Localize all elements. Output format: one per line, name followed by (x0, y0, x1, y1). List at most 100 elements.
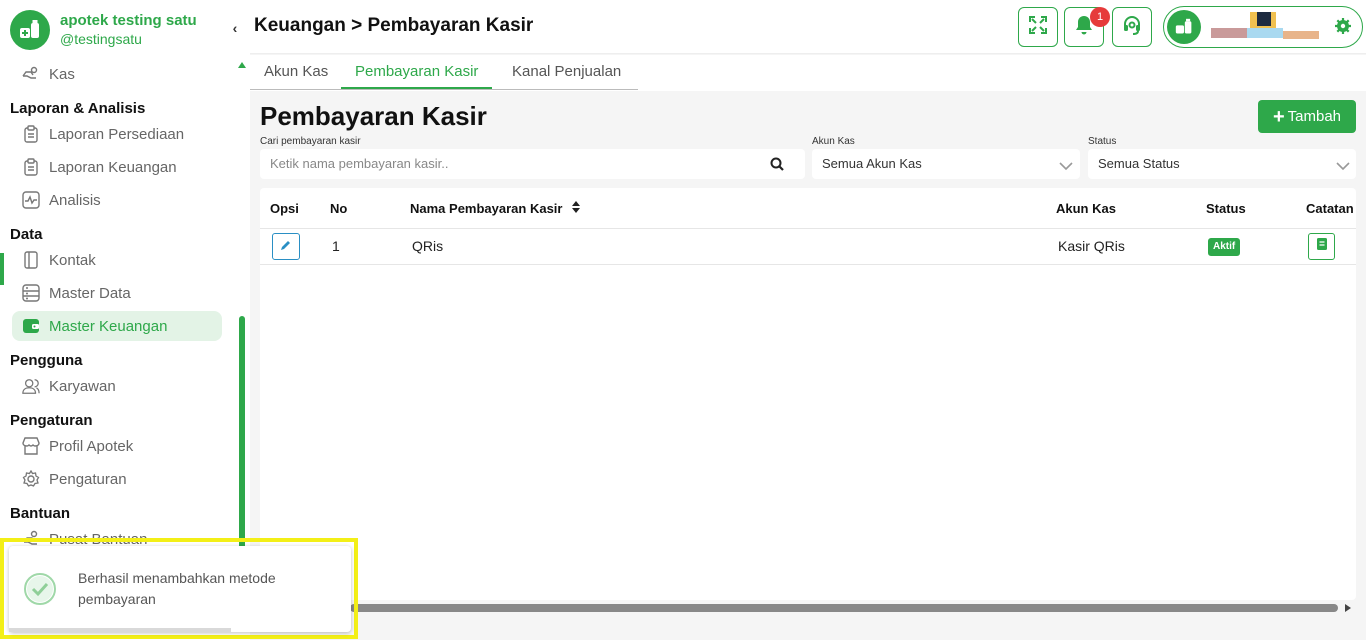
cash-hand-icon (22, 65, 40, 83)
cell-no: 1 (332, 238, 340, 254)
sidebar-item-laporan-keuangan[interactable]: Laporan Keuangan (12, 152, 222, 182)
sidebar-scroll-up-icon[interactable] (238, 62, 246, 68)
add-button-label: Tambah (1287, 108, 1342, 125)
sidebar-item-profil-apotek[interactable]: Profil Apotek (12, 431, 222, 461)
section-bantuan: Bantuan (10, 505, 70, 522)
section-pengaturan: Pengaturan (10, 412, 93, 429)
sidebar-item-kontak[interactable]: Kontak (12, 245, 222, 275)
sidebar-item-label: Laporan Keuangan (49, 158, 177, 176)
sidebar-item-label: Kontak (49, 251, 96, 269)
edit-button[interactable] (272, 233, 300, 260)
user-profile-menu[interactable] (1163, 6, 1363, 48)
akun-kas-label: Akun Kas (812, 136, 855, 147)
redacted-username (1247, 28, 1283, 38)
sidebar-item-label: Laporan Persediaan (49, 125, 185, 143)
notebook-icon (1316, 237, 1328, 256)
brand[interactable]: apotek testing satu @testingsatu (10, 10, 197, 50)
section-pengguna: Pengguna (10, 352, 83, 369)
scroll-right-icon[interactable] (1345, 604, 1351, 612)
chart-pulse-icon (22, 191, 40, 209)
cell-nama: QRis (412, 238, 444, 254)
gear-icon[interactable] (1334, 17, 1352, 35)
search-label: Cari pembayaran kasir (260, 136, 361, 147)
notification-count-badge: 1 (1090, 7, 1110, 27)
active-indicator (0, 253, 4, 285)
tab-bar: Akun Kas Pembayaran Kasir Kanal Penjuala… (250, 55, 1366, 91)
col-nama[interactable]: Nama Pembayaran Kasir (410, 201, 581, 216)
tab-akun-kas[interactable]: Akun Kas (250, 55, 342, 89)
pharmacy-logo-icon (1167, 10, 1201, 44)
wallet-icon (22, 317, 40, 335)
search-icon[interactable] (770, 157, 784, 176)
chevron-down-icon (1336, 158, 1350, 176)
col-catatan: Catatan (1306, 201, 1354, 216)
col-nama-label: Nama Pembayaran Kasir (410, 201, 563, 216)
sidebar-item-label: Karyawan (49, 377, 116, 395)
success-toast[interactable]: Berhasil menambahkan metode pembayaran (9, 546, 351, 632)
header-divider (260, 228, 1356, 229)
clipboard-icon (22, 125, 40, 143)
sidebar-item-master-data[interactable]: Master Data (12, 278, 222, 308)
search-input[interactable]: Ketik nama pembayaran kasir.. (260, 149, 805, 179)
fullscreen-button[interactable] (1018, 7, 1058, 47)
section-data: Data (10, 226, 43, 243)
col-status: Status (1206, 201, 1246, 216)
section-laporan-analisis: Laporan & Analisis (10, 100, 146, 117)
plus-icon: + (1272, 105, 1285, 128)
breadcrumb: Keuangan > Pembayaran Kasir (254, 15, 534, 36)
sidebar-item-label: Analisis (49, 191, 101, 209)
toast-message: Berhasil menambahkan metode pembayaran (78, 570, 276, 607)
sidebar-item-label: Master Keuangan (49, 317, 168, 335)
sidebar-item-label: Master Data (49, 284, 131, 302)
pencil-icon (280, 238, 292, 256)
status-label: Status (1088, 136, 1117, 147)
add-button[interactable]: + Tambah (1258, 100, 1356, 133)
sidebar-item-karyawan[interactable]: Karyawan (12, 371, 222, 401)
tab-divider (250, 89, 638, 90)
cell-akun-kas: Kasir QRis (1058, 238, 1125, 254)
payment-table: Opsi No Nama Pembayaran Kasir Akun Kas S… (260, 188, 1356, 600)
sidebar-item-label: Profil Apotek (49, 437, 134, 455)
sidebar-item-kas[interactable]: Kas (12, 59, 222, 89)
redacted-avatar (1257, 12, 1271, 26)
sidebar-item-laporan-persediaan[interactable]: Laporan Persediaan (12, 119, 222, 149)
store-icon (22, 437, 40, 455)
status-select[interactable]: Semua Status (1088, 149, 1356, 179)
database-icon (22, 284, 40, 302)
row-divider (260, 264, 1356, 265)
col-opsi: Opsi (270, 201, 299, 216)
gear-icon (22, 470, 40, 488)
sort-icon[interactable] (572, 201, 581, 216)
col-akun-kas: Akun Kas (1056, 201, 1116, 216)
sidebar-item-label: Kas (49, 65, 75, 83)
sidebar-scrollbar[interactable] (239, 316, 245, 556)
contact-book-icon (22, 251, 40, 269)
chevron-down-icon (1059, 158, 1073, 176)
sidebar-item-label: Pengaturan (49, 470, 127, 488)
note-button[interactable] (1308, 233, 1335, 260)
fullscreen-icon (1029, 15, 1047, 39)
collapse-sidebar-chevron-icon[interactable]: ‹ (228, 20, 242, 36)
sidebar-item-pengaturan[interactable]: Pengaturan (12, 464, 222, 494)
check-circle-icon (23, 572, 57, 606)
toast-progress-bar (9, 628, 231, 632)
redacted-username (1211, 28, 1247, 38)
sidebar-item-master-keuangan[interactable]: Master Keuangan (12, 311, 222, 341)
tab-pembayaran-kasir[interactable]: Pembayaran Kasir (341, 55, 493, 89)
headset-icon (1122, 15, 1142, 40)
sidebar-menu: Kas Laporan & Analisis Laporan Persediaa… (0, 58, 236, 548)
sidebar-item-analisis[interactable]: Analisis (12, 185, 222, 215)
akun-kas-select[interactable]: Semua Akun Kas (812, 149, 1080, 179)
redacted-username (1283, 31, 1319, 39)
status-badge: Aktif (1208, 238, 1241, 256)
pharmacy-logo-icon (10, 10, 50, 50)
tab-kanal-penjualan[interactable]: Kanal Penjualan (498, 55, 635, 89)
brand-name: apotek testing satu (60, 12, 197, 29)
clipboard-icon (22, 158, 40, 176)
page-title: Pembayaran Kasir (260, 101, 487, 131)
brand-handle: @testingsatu (60, 31, 142, 47)
horizontal-scrollbar[interactable] (350, 604, 1338, 612)
support-button[interactable] (1112, 7, 1152, 47)
users-icon (22, 377, 40, 395)
col-no: No (330, 201, 348, 216)
